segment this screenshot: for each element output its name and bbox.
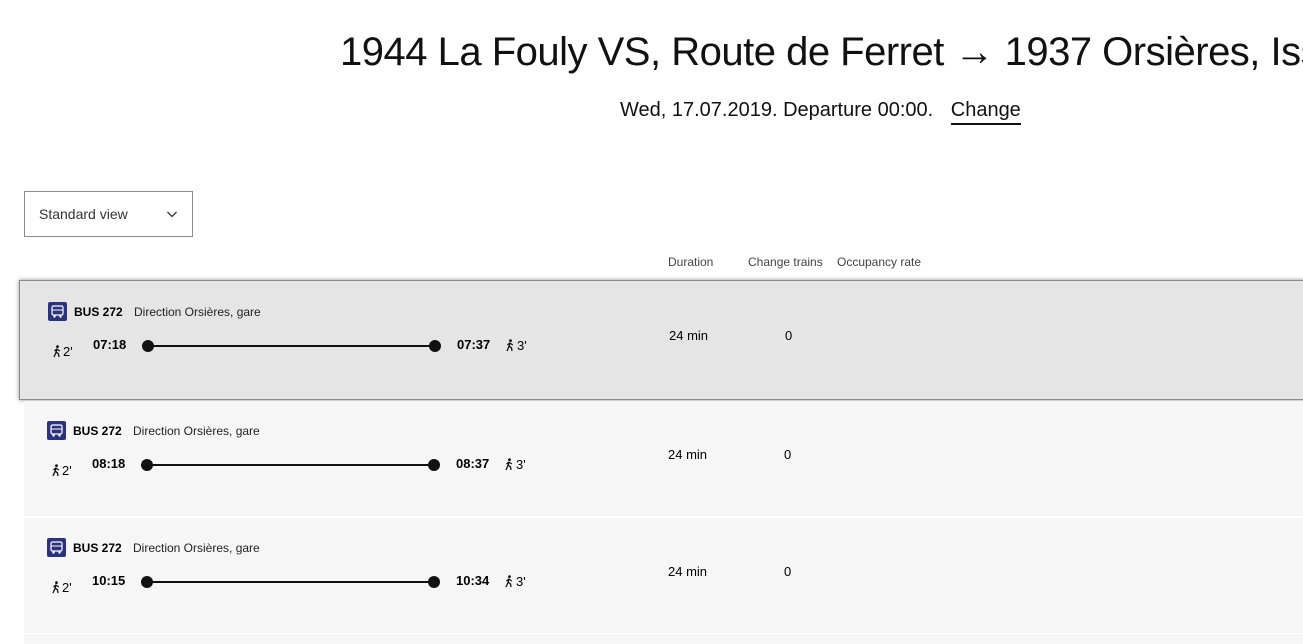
walk-after-time: 3'	[516, 457, 526, 472]
walk-after: 3'	[505, 338, 527, 353]
date-info: Wed, 17.07.2019. Departure 00:00.	[620, 99, 934, 121]
walk-after: 3'	[504, 457, 526, 472]
departure-time: 07:18	[93, 337, 127, 352]
walk-before-time: 2'	[62, 463, 72, 478]
journey-line	[142, 345, 438, 347]
change-count: 0	[784, 564, 792, 579]
arrival-time: 10:34	[456, 573, 490, 588]
departure-time: 10:15	[92, 573, 126, 588]
walk-icon	[506, 339, 514, 352]
connection-row[interactable]: BUS 272 Direction Orsières, gare 2' 08:1…	[24, 401, 1303, 516]
view-select-value: Standard view	[39, 206, 128, 222]
departure-dot	[141, 459, 153, 471]
departure-dot	[141, 576, 153, 588]
walk-icon	[52, 464, 60, 477]
direction: Direction Orsières, gare	[133, 424, 260, 438]
arrival-dot	[428, 459, 440, 471]
duration: 24 min	[668, 564, 708, 579]
column-duration: Duration	[668, 255, 714, 269]
walk-before-time: 2'	[63, 344, 73, 359]
bus-icon	[48, 302, 67, 321]
arrival-dot	[428, 576, 440, 588]
connection-row[interactable]: BUS 272 Direction Orsières, gare 2' 07:1…	[19, 280, 1303, 400]
walk-before: 2'	[51, 463, 72, 478]
line-name: BUS 272	[74, 305, 123, 319]
walk-icon	[505, 575, 513, 588]
walk-before: 2'	[52, 344, 73, 359]
arrival-time: 08:37	[456, 456, 490, 471]
connection-row-partial[interactable]	[24, 634, 1303, 644]
line-name: BUS 272	[73, 541, 122, 555]
bus-icon	[47, 421, 66, 440]
walk-after-time: 3'	[516, 574, 526, 589]
change-count: 0	[784, 447, 792, 462]
direction: Direction Orsières, gare	[133, 541, 260, 555]
journey-line	[141, 581, 437, 583]
walk-before: 2'	[51, 580, 72, 595]
line-name: BUS 272	[73, 424, 122, 438]
arrival-time: 07:37	[457, 337, 491, 352]
duration: 24 min	[668, 447, 708, 462]
departure-time: 08:18	[92, 456, 126, 471]
connection-row[interactable]: BUS 272 Direction Orsières, gare 2' 10:1…	[24, 518, 1303, 633]
walk-before-time: 2'	[62, 580, 72, 595]
date-line: Wed, 17.07.2019. Departure 00:00. Change	[620, 99, 1021, 125]
walk-after-time: 3'	[517, 338, 527, 353]
view-select[interactable]: Standard view	[24, 191, 193, 237]
walk-icon	[52, 581, 60, 594]
duration: 24 min	[669, 328, 709, 343]
departure-dot	[142, 340, 154, 352]
bus-icon	[47, 538, 66, 557]
column-occupancy: Occupancy rate	[837, 255, 922, 269]
change-count: 0	[785, 328, 793, 343]
walk-after: 3'	[504, 574, 526, 589]
change-link[interactable]: Change	[950, 99, 1021, 125]
chevron-down-icon	[167, 211, 177, 218]
timetable-page: 1944 La Fouly VS, Route de Ferret → 1937…	[0, 0, 1303, 644]
direction: Direction Orsières, gare	[134, 305, 261, 319]
walk-icon	[505, 458, 513, 471]
column-change-trains: Change trains	[748, 255, 823, 269]
route-title: 1944 La Fouly VS, Route de Ferret → 1937…	[340, 30, 1303, 74]
walk-icon	[53, 345, 61, 358]
arrival-dot	[429, 340, 441, 352]
journey-line	[141, 464, 437, 466]
